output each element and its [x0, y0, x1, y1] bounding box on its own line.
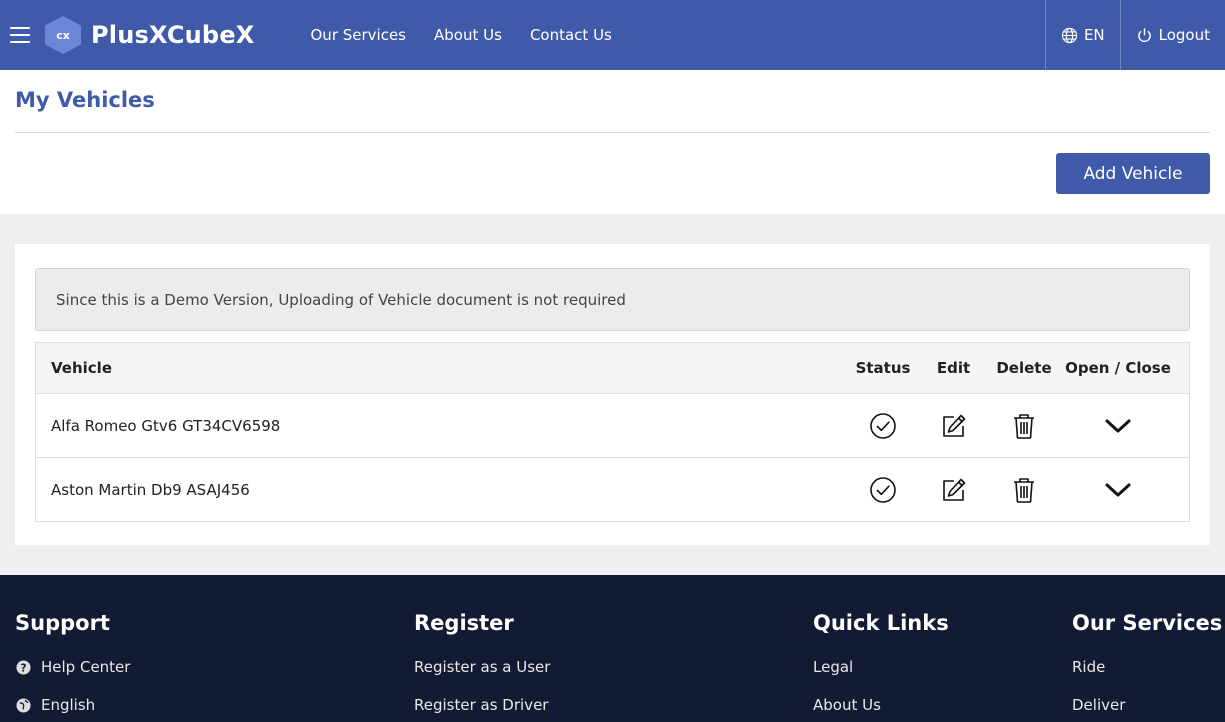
main-nav: Our Services About Us Contact Us [311, 26, 612, 44]
footer-register: Register Register as a User Register as … [414, 611, 550, 722]
legal-link[interactable]: Legal [813, 648, 949, 686]
title-divider [15, 132, 1210, 133]
header-edit: Edit [936, 359, 971, 377]
logout-button[interactable]: Logout [1119, 0, 1225, 70]
language-selector[interactable]: EN [1044, 0, 1120, 70]
chevron-down-icon[interactable] [1104, 481, 1132, 499]
edit-icon[interactable] [940, 412, 968, 440]
brand-name[interactable]: PlusXCubeX [91, 21, 255, 49]
register-driver-link[interactable]: Register as Driver [414, 686, 550, 722]
footer: Support ? Help Center English Register R… [0, 575, 1225, 722]
check-circle-icon [869, 412, 897, 440]
svg-text:?: ? [20, 662, 26, 674]
footer-register-title: Register [414, 611, 514, 635]
header-vehicle: Vehicle [51, 359, 112, 377]
table-row: Aston Martin Db9 ASAJ456 [36, 457, 1189, 521]
globe-icon [15, 697, 31, 713]
nav-our-services[interactable]: Our Services [311, 26, 407, 44]
globe-icon [1061, 27, 1078, 43]
help-center-link[interactable]: ? Help Center [15, 648, 130, 686]
power-icon [1137, 27, 1151, 42]
page-header-section: My Vehicles Add Vehicle [0, 70, 1225, 214]
ride-link[interactable]: Ride [1072, 648, 1222, 686]
vehicle-name: Alfa Romeo Gtv6 GT34CV6598 [51, 416, 281, 435]
header-open-close: Open / Close [1065, 359, 1171, 377]
trash-icon[interactable] [1012, 412, 1036, 440]
chevron-down-icon[interactable] [1104, 417, 1132, 435]
brand-logo[interactable]: cx [45, 16, 81, 54]
vehicle-name: Aston Martin Db9 ASAJ456 [51, 480, 250, 499]
trash-icon[interactable] [1012, 476, 1036, 504]
footer-support-title: Support [15, 611, 110, 635]
header-delete: Delete [996, 359, 1052, 377]
hamburger-menu-icon[interactable] [10, 27, 30, 43]
register-user-link[interactable]: Register as a User [414, 648, 550, 686]
about-us-link[interactable]: About Us [813, 686, 949, 722]
footer-quick-links: Quick Links Legal About Us [813, 611, 949, 722]
language-label: EN [1083, 26, 1105, 44]
question-circle-icon: ? [15, 659, 31, 675]
logout-label: Logout [1158, 26, 1210, 44]
add-vehicle-button[interactable]: Add Vehicle [1056, 153, 1210, 194]
help-center-label: Help Center [41, 658, 131, 676]
deliver-link[interactable]: Deliver [1072, 686, 1222, 722]
footer-services-title: Our Services [1072, 611, 1223, 635]
english-label: English [41, 696, 96, 714]
footer-services: Our Services Ride Deliver [1072, 611, 1222, 722]
logo-text: cx [56, 28, 70, 42]
nav-about-us[interactable]: About Us [434, 26, 502, 44]
nav-contact-us[interactable]: Contact Us [530, 26, 612, 44]
table-header-row: Vehicle Status Edit Delete Open / Close [36, 343, 1189, 393]
footer-support: Support ? Help Center English [15, 611, 130, 722]
header-actions: EN Logout [1044, 0, 1225, 70]
top-navbar: cx PlusXCubeX Our Services About Us Cont… [0, 0, 1225, 70]
header-status: Status [855, 359, 911, 377]
vehicles-table: Vehicle Status Edit Delete Open / Close … [35, 342, 1190, 522]
page-title: My Vehicles [15, 88, 155, 112]
footer-quick-links-title: Quick Links [813, 611, 949, 635]
table-row: Alfa Romeo Gtv6 GT34CV6598 [36, 393, 1189, 457]
language-link[interactable]: English [15, 686, 130, 722]
vehicles-card: Since this is a Demo Version, Uploading … [15, 244, 1210, 545]
demo-notice: Since this is a Demo Version, Uploading … [35, 268, 1190, 331]
edit-icon[interactable] [940, 476, 968, 504]
check-circle-icon [869, 476, 897, 504]
